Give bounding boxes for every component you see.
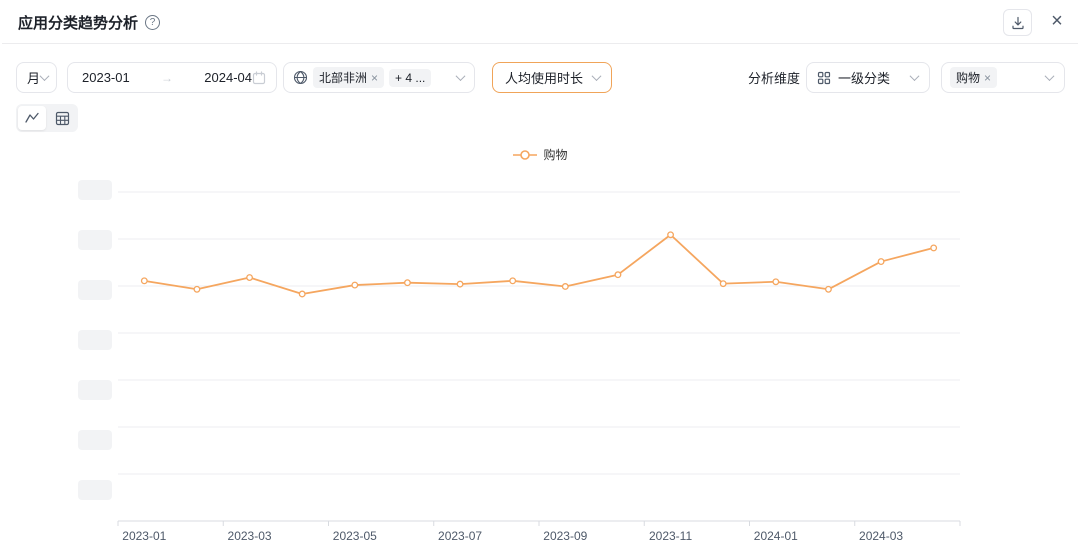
category-select[interactable]: 购物 × bbox=[941, 62, 1065, 93]
download-button[interactable] bbox=[1003, 9, 1032, 36]
header-divider bbox=[2, 43, 1078, 44]
app-category-trend-panel: { "header": { "title": "应用分类趋势分析" }, "ic… bbox=[0, 0, 1080, 545]
close-button[interactable]: × bbox=[1046, 8, 1068, 35]
data-point[interactable] bbox=[615, 272, 621, 278]
x-axis-label: 2024-01 bbox=[754, 529, 798, 543]
dimension-label: 分析维度 bbox=[748, 62, 800, 93]
chevron-down-icon bbox=[592, 71, 602, 81]
x-axis-label: 2023-07 bbox=[438, 529, 482, 543]
y-axis-label-redacted bbox=[78, 430, 112, 450]
legend-item[interactable]: 购物 bbox=[512, 146, 567, 163]
table-icon bbox=[55, 111, 70, 126]
region-tag[interactable]: 北部非洲 × bbox=[313, 67, 384, 88]
data-point[interactable] bbox=[142, 278, 148, 284]
data-point[interactable] bbox=[194, 286, 200, 292]
legend-marker-icon bbox=[512, 149, 538, 161]
calendar-icon bbox=[252, 71, 266, 85]
legend-label: 购物 bbox=[543, 146, 567, 163]
x-axis-label: 2023-11 bbox=[649, 529, 692, 543]
date-range-picker[interactable]: 2023-01 → 2024-04 bbox=[67, 62, 277, 93]
metric-select[interactable]: 人均使用时长 bbox=[492, 62, 612, 93]
series-line bbox=[144, 235, 933, 294]
page-title: 应用分类趋势分析 ? bbox=[18, 12, 160, 33]
granularity-value: 月 bbox=[27, 68, 40, 87]
globe-icon bbox=[293, 70, 308, 85]
granularity-select[interactable]: 月 bbox=[16, 62, 57, 93]
help-icon[interactable]: ? bbox=[145, 15, 160, 30]
data-point[interactable] bbox=[668, 232, 674, 238]
region-more-label: + 4 ... bbox=[395, 71, 425, 85]
data-point[interactable] bbox=[247, 275, 253, 281]
grid-icon bbox=[817, 71, 831, 85]
trend-chart: 2023-01 2023-03 2023-05 2023-07 2023-09 2023-… bbox=[0, 170, 1080, 545]
data-point[interactable] bbox=[720, 281, 726, 287]
data-point[interactable] bbox=[563, 284, 569, 290]
category-tag[interactable]: 购物 × bbox=[950, 67, 997, 88]
data-point[interactable] bbox=[457, 281, 463, 287]
y-axis-label-redacted bbox=[78, 480, 112, 500]
chevron-down-icon bbox=[1045, 71, 1055, 81]
y-axis-label-redacted bbox=[78, 280, 112, 300]
category-tag-label: 购物 bbox=[956, 69, 980, 86]
data-point[interactable] bbox=[405, 280, 411, 286]
data-point[interactable] bbox=[299, 291, 305, 297]
y-axis-label-redacted bbox=[78, 180, 112, 200]
x-axis-label: 2023-03 bbox=[228, 529, 272, 543]
date-end[interactable]: 2024-04 bbox=[204, 70, 252, 85]
trend-chart-svg: 2023-01 2023-03 2023-05 2023-07 2023-09 2023-… bbox=[0, 170, 1080, 545]
data-point[interactable] bbox=[510, 278, 516, 284]
x-axis-label: 2023-01 bbox=[122, 529, 166, 543]
chevron-down-icon bbox=[40, 71, 50, 81]
download-icon bbox=[1011, 16, 1025, 30]
view-toggle bbox=[16, 104, 78, 132]
data-point[interactable] bbox=[826, 286, 832, 292]
view-toggle-table[interactable] bbox=[48, 106, 76, 130]
view-toggle-line-chart[interactable] bbox=[18, 106, 46, 130]
page-title-text: 应用分类趋势分析 bbox=[18, 12, 138, 33]
chevron-down-icon bbox=[910, 71, 920, 81]
y-axis-label-redacted bbox=[78, 380, 112, 400]
data-point[interactable] bbox=[773, 279, 779, 285]
region-more-tag[interactable]: + 4 ... bbox=[389, 69, 431, 87]
data-point[interactable] bbox=[931, 245, 937, 251]
x-axis-label: 2023-05 bbox=[333, 529, 377, 543]
region-tag-label: 北部非洲 bbox=[319, 69, 367, 86]
chevron-down-icon bbox=[456, 71, 466, 81]
x-axis-label: 2024-03 bbox=[859, 529, 903, 543]
chart-legend: 购物 bbox=[0, 146, 1080, 163]
y-axis-label-redacted bbox=[78, 230, 112, 250]
range-arrow-icon: → bbox=[130, 71, 205, 85]
dimension-value: 一级分类 bbox=[838, 68, 890, 87]
y-axis-label-redacted bbox=[78, 330, 112, 350]
line-chart-icon bbox=[24, 110, 40, 126]
data-point[interactable] bbox=[878, 259, 884, 265]
date-start[interactable]: 2023-01 bbox=[82, 70, 130, 85]
metric-value: 人均使用时长 bbox=[505, 68, 583, 87]
region-select[interactable]: 北部非洲 × + 4 ... bbox=[283, 62, 475, 93]
dimension-select[interactable]: 一级分类 bbox=[806, 62, 930, 93]
remove-tag-icon[interactable]: × bbox=[371, 72, 378, 84]
remove-tag-icon[interactable]: × bbox=[984, 72, 991, 84]
x-axis-label: 2023-09 bbox=[543, 529, 587, 543]
data-point[interactable] bbox=[352, 282, 358, 288]
